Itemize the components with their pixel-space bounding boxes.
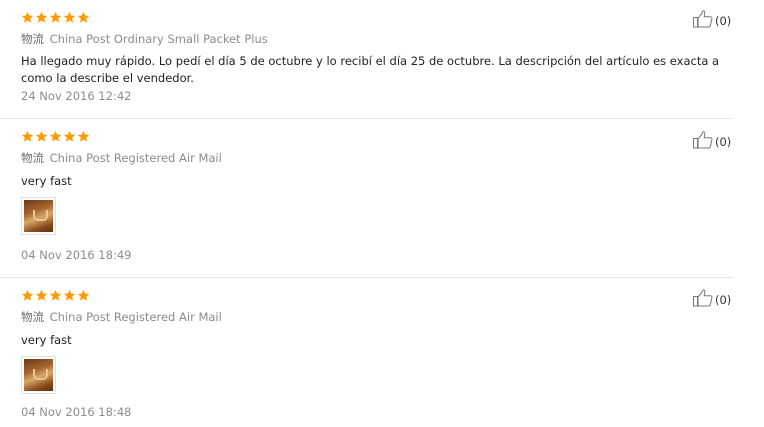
review-item: 物流 China Post Registered Air Mail very f…: [0, 278, 733, 427]
star-rating: [21, 11, 90, 24]
shipping-label: 物流: [21, 32, 44, 46]
star-icon: [35, 289, 48, 302]
thumbs-up-icon: [693, 289, 713, 311]
thumbs-up-icon: [693, 10, 713, 32]
star-icon: [21, 11, 34, 24]
review-item: 物流 China Post Ordinary Small Packet Plus…: [0, 0, 733, 119]
star-icon: [77, 130, 90, 143]
shipping-label: 物流: [21, 151, 44, 165]
star-icon: [77, 289, 90, 302]
review-text: Ha llegado muy rápido. Lo pedí el día 5 …: [21, 54, 720, 85]
star-icon: [49, 130, 62, 143]
helpful-count: (0): [715, 135, 732, 149]
review-item: 物流 China Post Registered Air Mail very f…: [0, 119, 733, 278]
helpful-button[interactable]: (0): [693, 10, 731, 32]
review-list: 物流 China Post Ordinary Small Packet Plus…: [0, 0, 764, 427]
review-photo-thumbnail[interactable]: [21, 197, 56, 235]
shipping-method: China Post Ordinary Small Packet Plus: [49, 32, 268, 46]
star-icon: [77, 11, 90, 24]
helpful-button[interactable]: (0): [693, 131, 731, 153]
star-rating: [21, 130, 90, 143]
shipping-label: 物流: [21, 310, 44, 324]
shipping-method: China Post Registered Air Mail: [49, 151, 222, 165]
star-icon: [63, 11, 76, 24]
helpful-button[interactable]: (0): [693, 289, 731, 311]
helpful-count: (0): [715, 293, 732, 307]
star-icon: [35, 11, 48, 24]
star-icon: [21, 289, 34, 302]
thumbs-up-icon: [693, 131, 713, 153]
review-text: very fast: [21, 174, 72, 188]
helpful-count: (0): [715, 14, 732, 28]
star-icon: [49, 11, 62, 24]
star-icon: [35, 130, 48, 143]
shipping-info: 物流 China Post Registered Air Mail: [21, 150, 222, 166]
star-icon: [21, 130, 34, 143]
review-photo: [24, 200, 53, 232]
star-rating: [21, 289, 90, 302]
shipping-info: 物流 China Post Ordinary Small Packet Plus: [21, 31, 268, 47]
review-date: 04 Nov 2016 18:48: [21, 405, 132, 419]
review-date: 24 Nov 2016 12:42: [21, 89, 132, 103]
review-photo-thumbnail[interactable]: [21, 356, 56, 394]
shipping-info: 物流 China Post Registered Air Mail: [21, 309, 222, 325]
review-photo: [24, 359, 53, 391]
review-text: very fast: [21, 333, 72, 347]
shipping-method: China Post Registered Air Mail: [49, 310, 222, 324]
star-icon: [49, 289, 62, 302]
star-icon: [63, 289, 76, 302]
star-icon: [63, 130, 76, 143]
review-date: 04 Nov 2016 18:49: [21, 248, 132, 262]
